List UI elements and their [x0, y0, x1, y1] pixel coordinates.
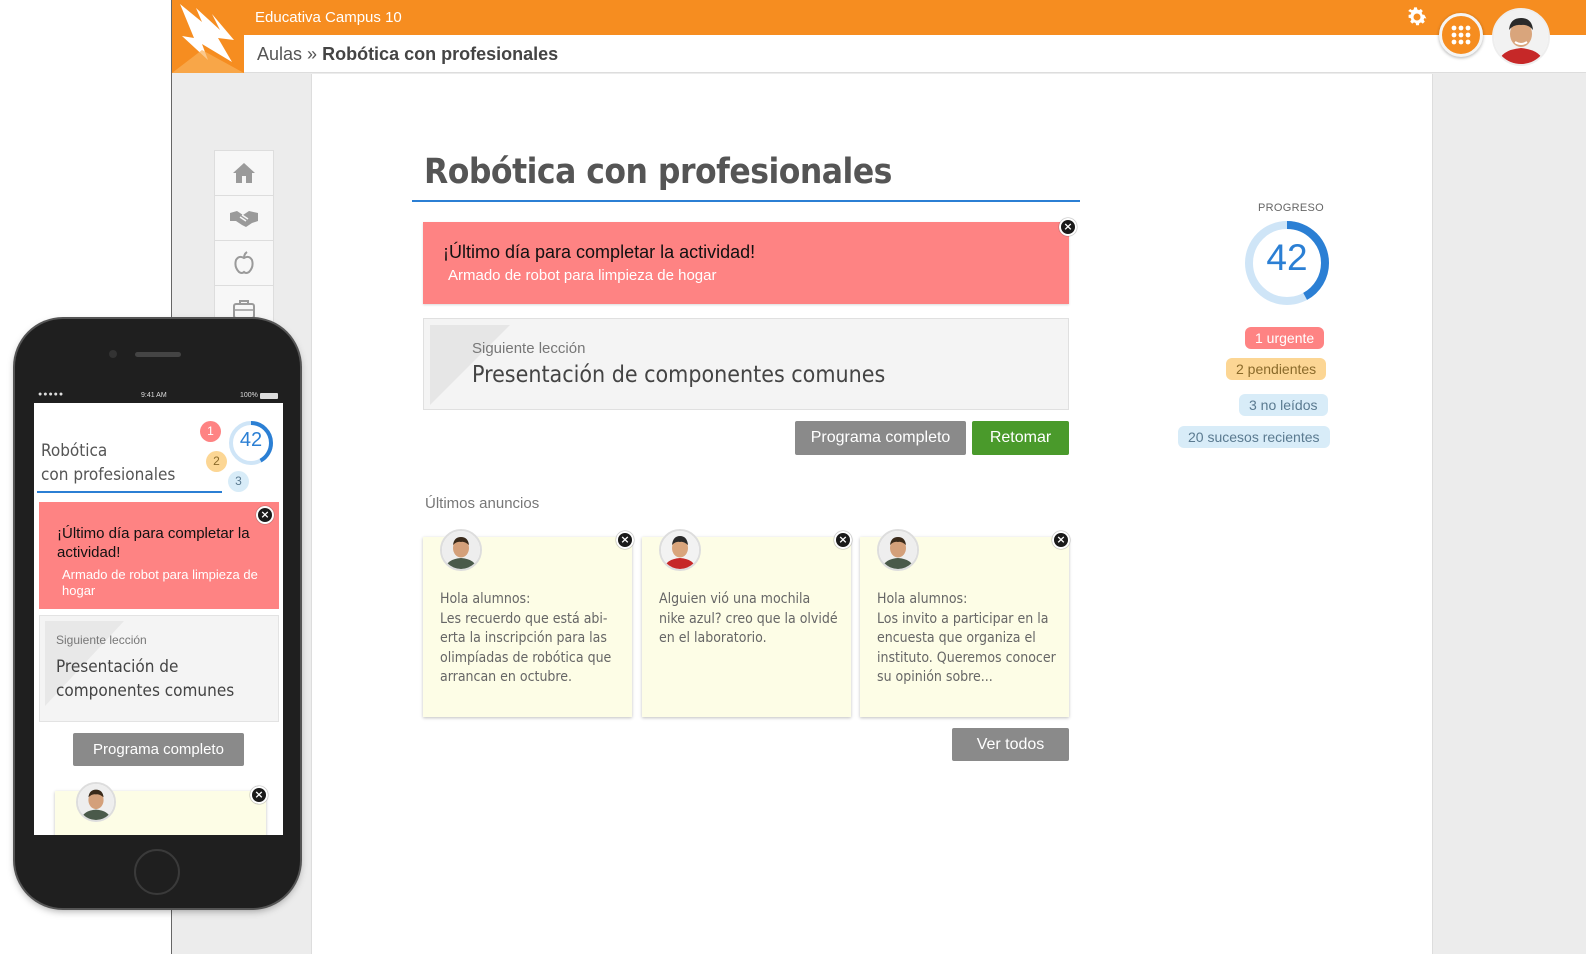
mobile-author-avatar	[76, 782, 116, 822]
mobile-unread-badge[interactable]: 3	[228, 471, 249, 492]
mobile-title-line: con profesionales	[41, 465, 176, 485]
side-nav	[214, 150, 274, 330]
phone-status-bar: ●●●●● 9:41 AM 100%	[34, 389, 283, 403]
top-bar: Educativa Campus 10	[172, 0, 1586, 35]
announcements-heading: Últimos anuncios	[425, 495, 540, 512]
mobile-alert-subtitle: Armado de robot para limpieza de hogar	[62, 567, 258, 598]
recent-events-badge[interactable]: 20 sucesos recientes	[1178, 426, 1330, 448]
phone-mockup: ●●●●● 9:41 AM 100% Robótica con profesio…	[15, 319, 300, 908]
announcement-close-icon[interactable]: ×	[1052, 531, 1070, 549]
announcement-text: Alguien vió una mochila nike azul? creo …	[659, 591, 838, 646]
nav-activities[interactable]	[215, 241, 273, 286]
see-all-button[interactable]: Ver todos	[952, 728, 1069, 761]
alert-close-icon[interactable]: ×	[1059, 218, 1077, 236]
breadcrumb: Aulas » Robótica con profesionales	[257, 44, 558, 65]
handshake-icon	[230, 211, 258, 227]
mobile-progress-value: 42	[239, 429, 263, 451]
briefcase-icon	[233, 299, 255, 319]
urgent-badge[interactable]: 1 urgente	[1245, 327, 1325, 349]
desktop-app: Educativa Campus 10 Aulas » Robótica con…	[171, 0, 1586, 954]
breadcrumb-bar: Aulas » Robótica con profesionales	[244, 35, 1586, 73]
phone-screen: ●●●●● 9:41 AM 100% Robótica con profesio…	[34, 389, 283, 835]
apps-grid-icon	[1451, 25, 1471, 45]
gear-icon[interactable]	[1405, 5, 1429, 29]
alert-subtitle[interactable]: Armado de robot para limpieza de hogar	[448, 267, 717, 284]
next-lesson-label: Siguiente lección	[472, 340, 586, 357]
unread-badge[interactable]: 3 no leídos	[1239, 394, 1328, 416]
apps-grid-button[interactable]	[1439, 13, 1483, 57]
resume-button[interactable]: Retomar	[972, 421, 1069, 455]
mobile-title-line: Robótica	[41, 441, 108, 461]
announcement-card[interactable]: Hola alumnos: Les recuerdo que está abi-…	[423, 529, 632, 717]
battery-icon	[260, 393, 278, 399]
mobile-title-divider	[37, 491, 222, 493]
mobile-alert-title: ¡Último día para completar la actividad!	[57, 525, 250, 561]
next-lesson-title: Presentación de componentes comunes	[472, 362, 886, 388]
phone-home-button[interactable]	[134, 849, 180, 895]
pending-badge[interactable]: 2 pendientes	[1226, 358, 1327, 380]
next-lesson-card[interactable]: Siguiente lección Presentación de compon…	[423, 318, 1069, 410]
progress-value: 42	[1266, 237, 1308, 278]
breadcrumb-separator: »	[307, 44, 318, 64]
author-avatar	[877, 529, 919, 571]
logo-icon[interactable]	[172, 0, 244, 73]
full-program-button[interactable]: Programa completo	[795, 421, 966, 455]
announcement-text: Hola alumnos: Les recuerdo que está abi-…	[440, 591, 612, 685]
mobile-full-program-button[interactable]: Programa completo	[73, 733, 244, 766]
announcement-text: Hola alumnos: Los invito a participar en…	[877, 591, 1056, 685]
apple-icon	[234, 251, 254, 274]
announcement-close-icon[interactable]: ×	[616, 531, 634, 549]
main-content: Robótica con profesionales ¡Último día p…	[311, 74, 1433, 954]
mobile-next-lesson-card[interactable]: Siguiente lección Presentación de compon…	[39, 615, 279, 722]
mobile-page-title: Robótica con profesionales	[41, 439, 175, 487]
phone-speaker	[135, 352, 181, 357]
progress-label: PROGRESO	[1258, 202, 1324, 214]
user-avatar[interactable]	[1492, 8, 1550, 66]
mobile-announcement-close-icon[interactable]: ×	[250, 786, 268, 804]
deadline-alert[interactable]: ¡Último día para completar la actividad!…	[423, 222, 1069, 304]
mobile-pending-badge[interactable]: 2	[206, 451, 227, 472]
phone-camera	[109, 350, 117, 358]
mobile-alert-close-icon[interactable]: ×	[256, 506, 274, 524]
nav-collaboration[interactable]	[215, 196, 273, 241]
announcement-card[interactable]: Hola alumnos: Los invito a participar en…	[860, 529, 1069, 717]
signal-icon: ●●●●●	[38, 391, 65, 398]
announcement-card[interactable]: Alguien vió una mochila nike azul? creo …	[642, 529, 851, 717]
mobile-urgent-badge[interactable]: 1	[200, 421, 221, 442]
breadcrumb-current: Robótica con profesionales	[322, 44, 559, 64]
page-title: Robótica con profesionales	[424, 152, 892, 192]
announcement-close-icon[interactable]: ×	[834, 531, 852, 549]
status-time: 9:41 AM	[141, 392, 167, 399]
mobile-next-lesson-label: Siguiente lección	[56, 633, 147, 647]
mobile-announcement-card[interactable]	[55, 782, 266, 835]
mobile-next-lesson-title: Presentación de componentes comunes	[56, 657, 235, 701]
status-battery: 100%	[240, 392, 258, 399]
stage: Educativa Campus 10 Aulas » Robótica con…	[0, 0, 1586, 954]
home-icon	[233, 163, 255, 183]
app-title: Educativa Campus 10	[255, 9, 402, 26]
mobile-deadline-alert[interactable]: ¡Último día para completar la actividad!…	[39, 502, 279, 609]
author-avatar	[440, 529, 482, 571]
alert-title: ¡Último día para completar la actividad!	[443, 242, 756, 262]
nav-home[interactable]	[215, 151, 273, 196]
author-avatar	[659, 529, 701, 571]
breadcrumb-parent-link[interactable]: Aulas	[257, 44, 302, 64]
title-divider	[412, 200, 1080, 202]
